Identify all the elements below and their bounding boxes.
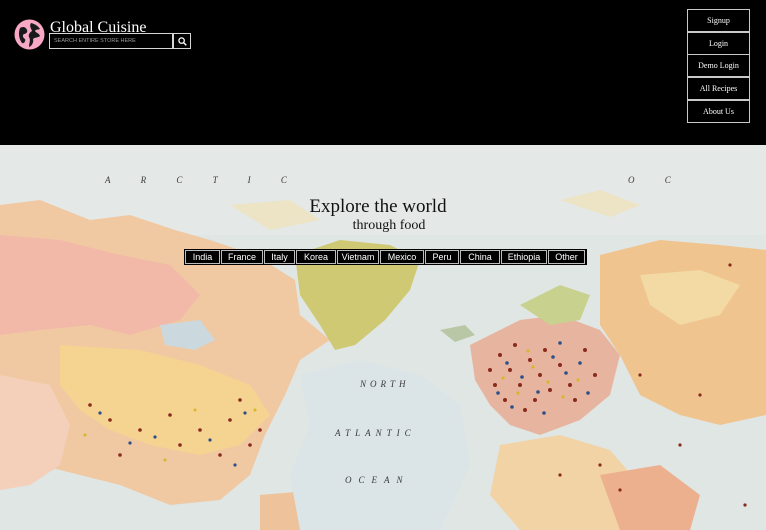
account-nav: Signup Login Demo Login All Recipes Abou… — [687, 9, 750, 123]
signup-button[interactable]: Signup — [687, 9, 750, 32]
country-korea[interactable]: Korea — [296, 250, 336, 264]
hero-map-banner: A R C T I C O C NORTH ATLANTIC OCEAN Exp… — [0, 145, 766, 530]
map-label-atlantic: ATLANTIC — [335, 428, 416, 438]
country-filter-bar: India France Italy Korea Vietnam Mexico … — [184, 249, 587, 265]
all-recipes-button[interactable]: All Recipes — [687, 77, 750, 101]
map-label-ocean-top: O C — [628, 175, 685, 185]
country-vietnam[interactable]: Vietnam — [337, 250, 379, 264]
hero-heading: Explore the world through food — [0, 197, 766, 234]
country-other[interactable]: Other — [548, 250, 585, 264]
search-icon — [177, 36, 187, 46]
search-button[interactable] — [173, 33, 191, 49]
map-label-arctic: A R C T I C — [105, 175, 301, 185]
country-mexico[interactable]: Mexico — [380, 250, 424, 264]
about-us-button[interactable]: About Us — [687, 99, 750, 123]
login-button[interactable]: Login — [687, 31, 750, 55]
country-france[interactable]: France — [221, 250, 263, 264]
country-peru[interactable]: Peru — [425, 250, 459, 264]
country-india[interactable]: India — [185, 250, 220, 264]
country-ethiopia[interactable]: Ethiopia — [501, 250, 547, 264]
demo-login-button[interactable]: Demo Login — [687, 54, 750, 78]
hero-title: Explore the world — [309, 196, 447, 217]
map-label-ocean: OCEAN — [345, 475, 410, 485]
country-italy[interactable]: Italy — [264, 250, 295, 264]
hero-subtitle: through food — [352, 218, 426, 233]
globe-icon[interactable] — [14, 19, 45, 50]
search-input[interactable] — [49, 33, 173, 49]
map-label-north: NORTH — [360, 379, 410, 389]
country-china[interactable]: China — [460, 250, 500, 264]
site-header: Global Cuisine Signup Login Demo Login A… — [0, 0, 766, 145]
